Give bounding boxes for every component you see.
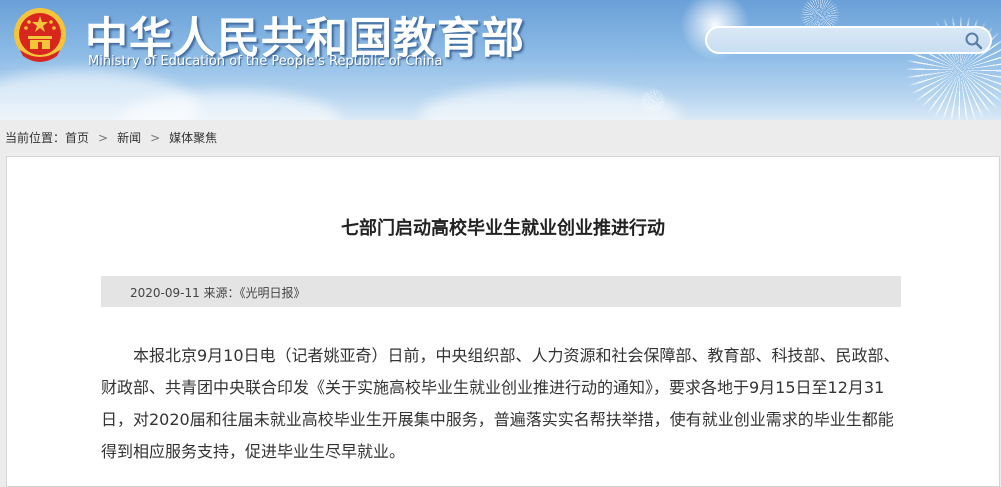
site-title-english: Ministry of Education of the People's Re… — [88, 54, 443, 69]
article-panel: 七部门启动高校毕业生就业创业推进行动 2020-09-11 来源：《光明日报》 … — [6, 156, 1000, 487]
breadcrumb-home-link[interactable]: 首页 — [65, 131, 89, 145]
breadcrumb: 当前位置：首页 > 新闻 > 媒体聚焦 — [5, 129, 217, 146]
article-title: 七部门启动高校毕业生就业创业推进行动 — [341, 218, 665, 239]
search-input[interactable] — [717, 31, 961, 51]
dandelion-decoration — [640, 88, 666, 114]
article-meta-bar: 2020-09-11 来源：《光明日报》 — [101, 276, 901, 307]
article-date-source: 2020-09-11 来源：《光明日报》 — [130, 286, 306, 300]
article-body-line: 财政部、共青团中央联合印发《关于实施高校毕业生就业创业推进行动的通知》，要求各地… — [101, 378, 885, 397]
breadcrumb-prefix: 当前位置： — [5, 131, 66, 145]
breadcrumb-media-focus-link[interactable]: 媒体聚焦 — [169, 131, 217, 145]
search-icon[interactable] — [964, 31, 984, 51]
breadcrumb-news-link[interactable]: 新闻 — [117, 131, 141, 145]
search-box — [705, 26, 992, 54]
breadcrumb-separator-icon: > — [98, 131, 109, 145]
article-body-line: 本报北京9月10日电（记者姚亚奇）日前，中央组织部、人力资源和社会保障部、教育部… — [133, 346, 900, 365]
national-emblem-icon — [10, 6, 70, 68]
article-body: 本报北京9月10日电（记者姚亚奇）日前，中央组织部、人力资源和社会保障部、教育部… — [101, 340, 901, 468]
article-body-line: 日，对2020届和往届未就业高校毕业生开展集中服务，普遍落实实名帮扶举措，使有就… — [101, 410, 894, 429]
article-body-line: 得到相应服务支持，促进毕业生尽早就业。 — [101, 442, 406, 461]
breadcrumb-separator-icon: > — [150, 131, 161, 145]
site-header: 中华人民共和国教育部 Ministry of Education of the … — [0, 0, 1001, 120]
